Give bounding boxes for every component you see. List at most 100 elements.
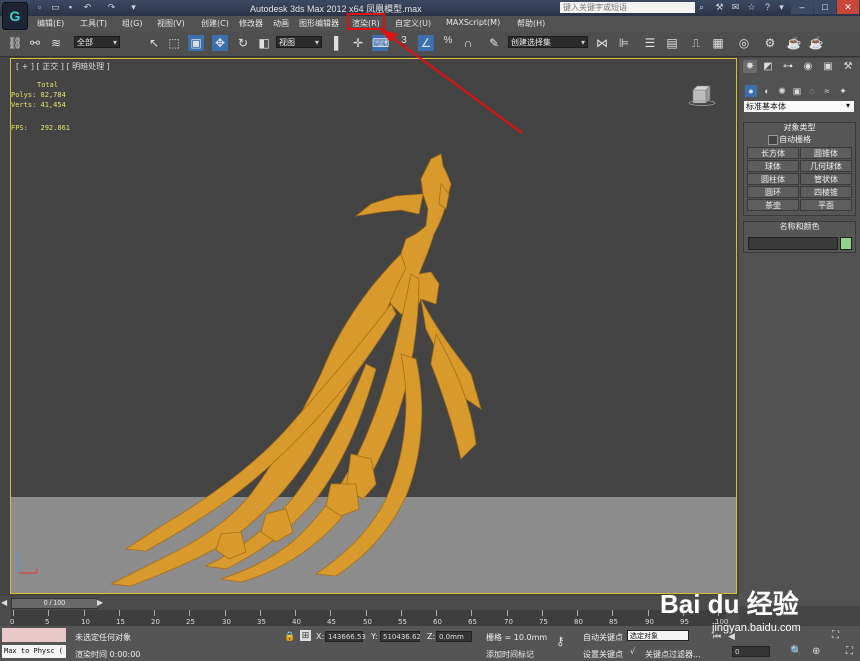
space-warps-icon[interactable]: ≈: [821, 85, 833, 97]
menu-views[interactable]: 视图(V): [157, 18, 185, 29]
utilities-tab-icon[interactable]: ⚒: [841, 60, 855, 73]
geometry-type-dropdown[interactable]: 标准基本体: [744, 101, 854, 112]
absolute-mode-icon[interactable]: ⊞: [300, 630, 311, 641]
y-coordinate-field[interactable]: 510436.62: [380, 631, 421, 642]
selection-filter-dropdown[interactable]: 全部: [74, 36, 120, 49]
create-tab-icon[interactable]: ✸: [743, 60, 757, 73]
select-rotate-icon[interactable]: ↻: [235, 35, 251, 51]
keyboard-shortcut-override-icon[interactable]: ⌨: [372, 35, 389, 51]
menu-help[interactable]: 帮助(H): [517, 18, 545, 29]
name-color-title[interactable]: 名称和颜色: [744, 222, 855, 232]
key-filters-button[interactable]: 关键点过滤器...: [645, 649, 701, 660]
cone-button[interactable]: 圆锥体: [800, 147, 852, 159]
redo-icon[interactable]: ↷: [106, 2, 117, 13]
schematic-view-icon[interactable]: ▦: [710, 35, 726, 51]
help-dropdown-icon[interactable]: ▾: [776, 2, 787, 13]
snaps-toggle-button[interactable]: 3: [396, 33, 412, 49]
maximize-button[interactable]: □: [814, 0, 836, 14]
zoom-all-icon[interactable]: ⊕: [812, 646, 820, 657]
autogrid-checkbox[interactable]: [768, 135, 778, 145]
pivot-center-icon[interactable]: ▐: [326, 35, 342, 51]
menu-edit[interactable]: 编辑(E): [37, 18, 64, 29]
menu-modifiers[interactable]: 修改器: [239, 18, 263, 29]
x-coordinate-field[interactable]: 143666.53: [325, 631, 366, 642]
render-production-icon[interactable]: ☕: [808, 35, 824, 51]
graphite-modeling-icon[interactable]: ▤: [664, 35, 680, 51]
box-button[interactable]: 长方体: [747, 147, 799, 159]
quick-access-dropdown-icon[interactable]: ▾: [128, 2, 139, 13]
current-frame-field[interactable]: 0: [732, 646, 770, 657]
object-type-title[interactable]: 对象类型: [744, 123, 855, 133]
viewport-label[interactable]: [ + ] [ 正交 ] [ 明暗处理 ]: [16, 61, 110, 72]
object-color-swatch[interactable]: [840, 237, 852, 250]
menu-group[interactable]: 组(G): [122, 18, 142, 29]
menu-tools[interactable]: 工具(T): [80, 18, 107, 29]
menu-customize[interactable]: 自定义(U): [395, 18, 431, 29]
angle-snap-icon[interactable]: ∠: [418, 35, 434, 51]
display-tab-icon[interactable]: ▣: [821, 60, 835, 73]
mirror-icon[interactable]: ⋈: [594, 35, 610, 51]
search-icon[interactable]: ⌕: [696, 2, 707, 13]
search-input[interactable]: 键入关键字或短语: [560, 2, 695, 13]
select-scale-icon[interactable]: ◧: [256, 35, 272, 51]
edit-named-selection-icon[interactable]: ✎: [486, 35, 502, 51]
material-editor-icon[interactable]: ◎: [736, 35, 752, 51]
time-slider[interactable]: 0 / 100: [11, 598, 98, 609]
maxscript-mini-listener[interactable]: Max to Physc (: [2, 645, 66, 658]
shapes-icon[interactable]: ◐: [761, 85, 773, 97]
add-time-tag[interactable]: 添加时间标记: [486, 649, 534, 660]
object-name-field[interactable]: [748, 237, 838, 250]
rendered-frame-window-icon[interactable]: ☕: [786, 35, 802, 51]
pyramid-button[interactable]: 四棱锥: [800, 186, 852, 198]
communication-icon[interactable]: ✉: [730, 2, 741, 13]
select-move-icon[interactable]: ✥: [212, 35, 228, 51]
geometry-icon[interactable]: ●: [745, 85, 757, 97]
unlink-icon[interactable]: ⚯: [27, 35, 43, 51]
link-icon[interactable]: ⛓: [7, 35, 23, 51]
systems-icon[interactable]: ✦: [837, 85, 849, 97]
close-button[interactable]: ✕: [837, 0, 859, 14]
select-object-icon[interactable]: ↖: [146, 35, 162, 51]
window-crossing-icon[interactable]: ▣: [188, 35, 204, 51]
modify-tab-icon[interactable]: ◩: [761, 60, 775, 73]
timeline-ruler[interactable]: 0 5 10 15 20 25 30 35 40 45 50 55 60 65 70 75 80 85 90 95 10…: [10, 610, 728, 626]
torus-button[interactable]: 圆环: [747, 186, 799, 198]
menu-graph-editors[interactable]: 图形编辑器: [299, 18, 339, 29]
time-next-icon[interactable]: ▶: [97, 598, 106, 607]
lock-icon[interactable]: 🔒: [284, 631, 295, 642]
sphere-button[interactable]: 球体: [747, 160, 799, 172]
save-icon[interactable]: ▪: [65, 2, 76, 13]
reference-coordinate-dropdown[interactable]: 视图: [276, 36, 322, 49]
set-key-button[interactable]: 设置关键点: [583, 649, 623, 660]
minimize-button[interactable]: –: [791, 0, 813, 14]
lights-icon[interactable]: ✺: [776, 85, 788, 97]
helpers-icon[interactable]: ◌: [806, 85, 818, 97]
key-mode-dropdown[interactable]: 选定对象: [627, 630, 689, 641]
zoom-icon[interactable]: 🔍: [790, 646, 802, 657]
maxscript-listener-pink[interactable]: [2, 628, 66, 642]
curve-editor-icon[interactable]: ⎍: [688, 35, 704, 51]
layer-manager-icon[interactable]: ☰: [642, 35, 658, 51]
cameras-icon[interactable]: ▣: [791, 85, 803, 97]
motion-tab-icon[interactable]: ◉: [801, 60, 815, 73]
maximize-viewport-icon[interactable]: ⛶: [846, 646, 853, 657]
cylinder-button[interactable]: 圆柱体: [747, 173, 799, 185]
menu-create[interactable]: 创建(C): [201, 18, 229, 29]
named-selection-set-dropdown[interactable]: 创建选择集: [508, 36, 588, 49]
key-icon[interactable]: ⚷: [556, 634, 565, 648]
percent-snap-button[interactable]: %: [440, 33, 456, 49]
help-icon[interactable]: ?: [762, 2, 773, 13]
menu-maxscript[interactable]: MAXScript(M): [446, 18, 500, 27]
align-icon[interactable]: ⊫: [616, 35, 632, 51]
app-logo-icon[interactable]: G: [2, 2, 28, 30]
teapot-button[interactable]: 茶壶: [747, 199, 799, 211]
time-prev-icon[interactable]: ◀: [1, 598, 10, 607]
curve-icon[interactable]: √: [630, 647, 635, 656]
perspective-viewport[interactable]: [ + ] [ 正交 ] [ 明暗处理 ] Total Polys: 82,78…: [10, 58, 737, 594]
hierarchy-tab-icon[interactable]: ⊶: [781, 60, 795, 73]
select-and-manipulate-icon[interactable]: ✛: [350, 35, 366, 51]
viewcube-icon[interactable]: [688, 84, 716, 106]
subscription-icon[interactable]: ⚒: [714, 2, 725, 13]
open-file-icon[interactable]: ▭: [50, 2, 61, 13]
auto-key-button[interactable]: 自动关键点: [583, 632, 623, 643]
